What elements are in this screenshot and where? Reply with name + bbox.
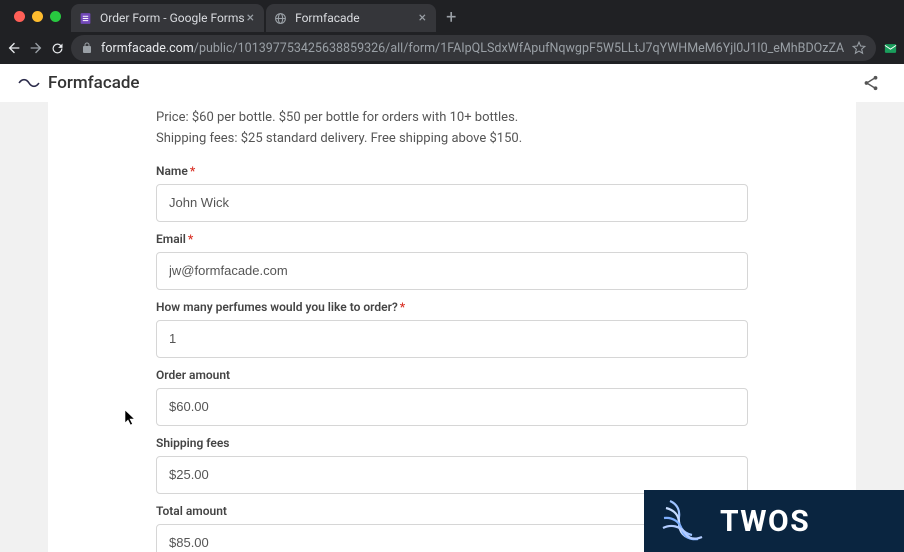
right-gutter bbox=[856, 102, 904, 552]
page-viewport: Formfacade Price: $60 per bottle. $50 pe… bbox=[0, 64, 904, 552]
extension-icons bbox=[882, 40, 904, 56]
desc-line-2: Shipping fees: $25 standard delivery. Fr… bbox=[156, 129, 748, 150]
input-email[interactable] bbox=[156, 252, 748, 290]
required-marker: * bbox=[188, 232, 193, 246]
back-button[interactable] bbox=[6, 35, 22, 61]
tab-title: Order Form - Google Forms bbox=[100, 11, 245, 25]
label-name: Name* bbox=[156, 164, 748, 178]
field-order-amount: Order amount bbox=[156, 368, 748, 426]
share-button[interactable] bbox=[856, 68, 886, 98]
brand-name: Formfacade bbox=[48, 73, 140, 93]
required-marker: * bbox=[190, 164, 195, 178]
left-gutter bbox=[0, 102, 48, 552]
google-forms-icon bbox=[79, 12, 92, 25]
mail-extension-icon[interactable] bbox=[882, 40, 898, 56]
browser-chrome: Order Form - Google Forms × Formfacade ×… bbox=[0, 0, 904, 64]
close-window[interactable] bbox=[14, 11, 25, 22]
label-shipping-fees: Shipping fees bbox=[156, 436, 748, 450]
input-quantity[interactable] bbox=[156, 320, 748, 358]
close-tab-icon[interactable]: × bbox=[245, 10, 256, 26]
form-description: Price: $60 per bottle. $50 per bottle fo… bbox=[156, 108, 748, 150]
input-order-amount[interactable] bbox=[156, 388, 748, 426]
page-icon bbox=[274, 12, 287, 25]
tab-title: Formfacade bbox=[295, 11, 360, 25]
page-header: Formfacade bbox=[0, 64, 904, 102]
field-quantity: How many perfumes would you like to orde… bbox=[156, 300, 748, 358]
content-wrap: Price: $60 per bottle. $50 per bottle fo… bbox=[0, 102, 904, 552]
formfacade-logo-icon bbox=[18, 72, 40, 94]
tab-formfacade[interactable]: Formfacade × bbox=[266, 4, 436, 32]
bookmark-icon[interactable] bbox=[852, 41, 866, 55]
new-tab-button[interactable]: + bbox=[438, 7, 464, 32]
url-display: formfacade.com/public/101397753425638859… bbox=[101, 41, 844, 56]
window-controls bbox=[6, 11, 71, 32]
watermark-swirl-icon bbox=[660, 498, 706, 544]
desc-line-1: Price: $60 per bottle. $50 per bottle fo… bbox=[156, 108, 748, 129]
reload-button[interactable] bbox=[50, 35, 65, 61]
address-bar[interactable]: formfacade.com/public/101397753425638859… bbox=[71, 35, 876, 61]
form-area: Price: $60 per bottle. $50 per bottle fo… bbox=[48, 102, 808, 552]
tab-strip: Order Form - Google Forms × Formfacade ×… bbox=[0, 0, 904, 32]
close-tab-icon[interactable]: × bbox=[417, 10, 428, 26]
field-name: Name* bbox=[156, 164, 748, 222]
tab-google-forms[interactable]: Order Form - Google Forms × bbox=[71, 4, 264, 32]
label-quantity: How many perfumes would you like to orde… bbox=[156, 300, 748, 314]
forward-button[interactable] bbox=[28, 35, 44, 61]
label-order-amount: Order amount bbox=[156, 368, 748, 382]
field-shipping-fees: Shipping fees bbox=[156, 436, 748, 494]
input-name[interactable] bbox=[156, 184, 748, 222]
lock-icon bbox=[81, 42, 93, 54]
toolbar: formfacade.com/public/101397753425638859… bbox=[0, 32, 904, 64]
watermark: TWOS bbox=[644, 490, 904, 552]
input-shipping-fees[interactable] bbox=[156, 456, 748, 494]
label-email: Email* bbox=[156, 232, 748, 246]
required-marker: * bbox=[400, 300, 405, 314]
minimize-window[interactable] bbox=[32, 11, 43, 22]
brand[interactable]: Formfacade bbox=[18, 72, 140, 94]
maximize-window[interactable] bbox=[50, 11, 61, 22]
watermark-text: TWOS bbox=[720, 504, 810, 539]
field-email: Email* bbox=[156, 232, 748, 290]
